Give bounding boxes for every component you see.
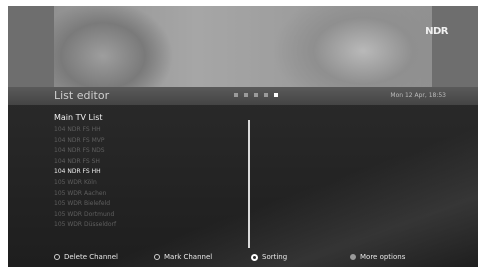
more-options-label: More options xyxy=(360,253,406,261)
mark-channel-label: Mark Channel xyxy=(164,253,213,261)
menu-button-icon xyxy=(350,254,356,260)
video-letterbox-right xyxy=(432,6,478,87)
channel-row[interactable]: 104 NDR FS NDS xyxy=(54,146,244,157)
channel-row[interactable]: 104 NDR FS SH xyxy=(54,157,244,168)
page-dot xyxy=(234,93,238,97)
channel-list[interactable]: 104 NDR FS HH 104 NDR FS MVP 104 NDR FS ND… xyxy=(54,125,244,231)
page-dot xyxy=(264,93,268,97)
footer-button-bar: Delete Channel Mark Channel Sorting More… xyxy=(8,251,478,267)
delete-channel-label: Delete Channel xyxy=(64,253,118,261)
scrollbar[interactable] xyxy=(248,120,250,248)
channel-logo: NDR xyxy=(425,26,448,37)
more-options-button[interactable]: More options xyxy=(350,253,405,261)
date-time: Mon 12 Apr, 18:53 xyxy=(390,92,446,99)
page-dot xyxy=(244,93,248,97)
channel-row[interactable]: 105 WDR Aachen xyxy=(54,189,244,200)
channel-row[interactable]: 105 WDR Bielefeld xyxy=(54,199,244,210)
channel-row[interactable]: 104 NDR FS MVP xyxy=(54,136,244,147)
page-dot-active xyxy=(274,93,278,97)
channel-row[interactable]: 105 WDR Dortmund xyxy=(54,210,244,221)
page-dot xyxy=(254,93,258,97)
list-editor-panel: List editor Mon 12 Apr, 18:53 Main TV Li… xyxy=(8,87,478,267)
ok-button-icon xyxy=(251,253,258,261)
page-title: List editor xyxy=(54,89,110,102)
delete-channel-button[interactable]: Delete Channel xyxy=(54,253,118,261)
channel-row[interactable]: 104 NDR FS HH xyxy=(54,167,244,178)
sorting-button[interactable]: Sorting xyxy=(251,253,287,261)
mark-channel-button[interactable]: Mark Channel xyxy=(154,253,212,261)
video-letterbox-left xyxy=(8,6,54,87)
channel-row[interactable]: 105 WDR Köln xyxy=(54,178,244,189)
sorting-label: Sorting xyxy=(262,253,288,261)
channel-row[interactable]: 105 WDR Düsseldorf xyxy=(54,220,244,231)
live-video-preview: NDR xyxy=(8,6,478,87)
title-bar: List editor Mon 12 Apr, 18:53 xyxy=(8,87,478,105)
list-heading: Main TV List xyxy=(54,113,103,122)
circle-button-icon xyxy=(54,254,60,260)
circle-button-icon xyxy=(154,254,160,260)
channel-row[interactable]: 104 NDR FS HH xyxy=(54,125,244,136)
page-indicator-dots xyxy=(234,93,284,99)
tv-screen: NDR List editor Mon 12 Apr, 18:53 Main T… xyxy=(8,6,478,267)
